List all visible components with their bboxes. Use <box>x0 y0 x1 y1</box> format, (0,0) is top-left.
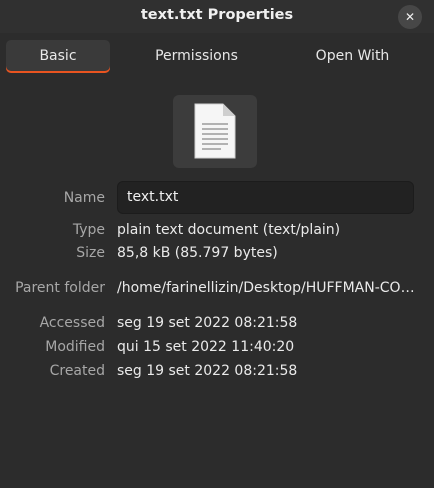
name-field-value: text.txt <box>127 189 179 205</box>
tab-open-with[interactable]: Open With <box>285 40 420 73</box>
tab-bar: Basic Permissions Open With <box>0 33 434 80</box>
parent-folder-link[interactable]: /home/farinellizin/Desktop/HUFFMAN-CO… <box>117 280 417 296</box>
type-value: plain text document (text/plain) <box>117 222 341 238</box>
type-label: Type <box>72 222 105 238</box>
size-label: Size <box>76 245 105 261</box>
title-bar: text.txt Properties ✕ <box>0 0 434 33</box>
created-label: Created <box>49 363 105 379</box>
name-field[interactable]: text.txt <box>117 181 414 214</box>
close-button[interactable]: ✕ <box>398 5 422 29</box>
modified-label: Modified <box>45 339 105 355</box>
tab-permissions[interactable]: Permissions <box>129 40 264 73</box>
text-document-icon <box>194 103 236 159</box>
close-icon: ✕ <box>404 10 416 24</box>
window-title: text.txt Properties <box>140 7 294 23</box>
file-icon-tile <box>173 95 257 168</box>
name-label: Name <box>63 190 105 206</box>
tab-basic[interactable]: Basic <box>6 40 110 73</box>
parent-folder-label: Parent folder <box>15 280 105 296</box>
modified-value: qui 15 set 2022 11:40:20 <box>117 339 295 355</box>
created-value: seg 19 set 2022 08:21:58 <box>117 363 298 379</box>
accessed-value: seg 19 set 2022 08:21:58 <box>117 315 298 331</box>
size-value: 85,8 kB (85.797 bytes) <box>117 245 278 261</box>
accessed-label: Accessed <box>39 315 105 331</box>
